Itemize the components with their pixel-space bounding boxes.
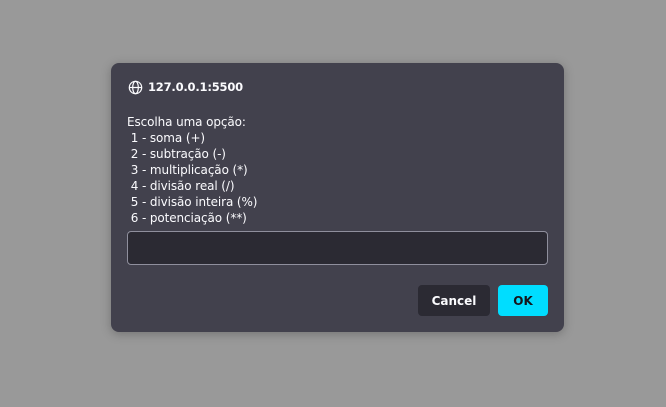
ok-button[interactable]: OK bbox=[498, 285, 548, 316]
dialog-message: Escolha uma opção: 1 - soma (+) 2 - subt… bbox=[127, 115, 258, 225]
origin-text: 127.0.0.1:5500 bbox=[148, 80, 243, 94]
dialog-origin: 127.0.0.1:5500 bbox=[128, 79, 243, 95]
prompt-dialog: 127.0.0.1:5500 Escolha uma opção: 1 - so… bbox=[111, 63, 564, 332]
cancel-button[interactable]: Cancel bbox=[418, 285, 490, 316]
prompt-input[interactable] bbox=[127, 231, 548, 265]
globe-icon bbox=[128, 80, 143, 95]
